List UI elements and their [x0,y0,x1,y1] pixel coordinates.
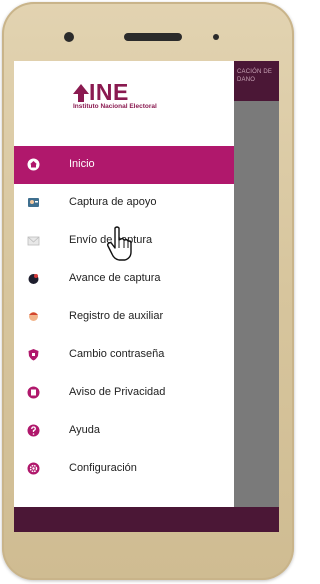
menu-item-label: Captura de apoyo [69,196,157,208]
hand-pointer-cursor-icon [106,226,132,261]
home-icon [27,158,40,171]
dimmed-content-overlay[interactable]: CACIÓN DE DANO [234,61,279,532]
gear-icon [27,462,40,475]
menu-item-label: Aviso de Privacidad [69,386,166,398]
menu-item-aviso-de-privacidad[interactable]: Aviso de Privacidad [14,374,234,412]
menu-item-inicio[interactable]: Inicio [14,146,234,184]
navigation-drawer: INE Instituto Nacional Electoral Inicio … [14,61,234,532]
envelope-icon [27,236,40,246]
privacy-book-icon [27,386,40,399]
help-icon [27,424,40,437]
earpiece-speaker [124,33,182,41]
menu-item-label: Configuración [69,462,137,474]
drawer-footer-bar [14,507,234,532]
id-card-capture-icon [28,198,39,207]
menu-item-label: Cambio contraseña [69,348,165,360]
menu-item-cambio-contrasena[interactable]: Cambio contraseña [14,336,234,374]
phone-screen: CACIÓN DE DANO INE Instituto Nacional El… [14,61,279,532]
drawer-menu: Inicio Captura de apoyo Envío de captura [14,146,234,488]
front-camera [64,32,74,42]
background-app-bar: CACIÓN DE DANO [234,61,279,101]
menu-item-label: Avance de captura [69,272,161,284]
ine-arrow-icon [73,84,89,102]
menu-item-avance-de-captura[interactable]: Avance de captura [14,260,234,298]
logo-subtitle: Instituto Nacional Electoral [73,103,157,110]
background-footer [234,507,279,532]
ine-logo: INE Instituto Nacional Electoral [73,79,193,111]
menu-item-registro-de-auxiliar[interactable]: Registro de auxiliar [14,298,234,336]
menu-item-ayuda[interactable]: Ayuda [14,412,234,450]
proximity-sensor [213,34,219,40]
menu-item-label: Registro de auxiliar [69,310,164,322]
menu-item-configuracion[interactable]: Configuración [14,450,234,488]
menu-item-label: Ayuda [69,424,100,436]
background-app-title: CACIÓN DE DANO [237,69,273,83]
menu-item-label: Inicio [69,158,95,170]
progress-blob-icon [28,274,39,284]
shield-icon [28,349,39,361]
menu-item-captura-de-apoyo[interactable]: Captura de apoyo [14,184,234,222]
person-icon [29,312,38,321]
logo-word: INE [89,79,129,105]
